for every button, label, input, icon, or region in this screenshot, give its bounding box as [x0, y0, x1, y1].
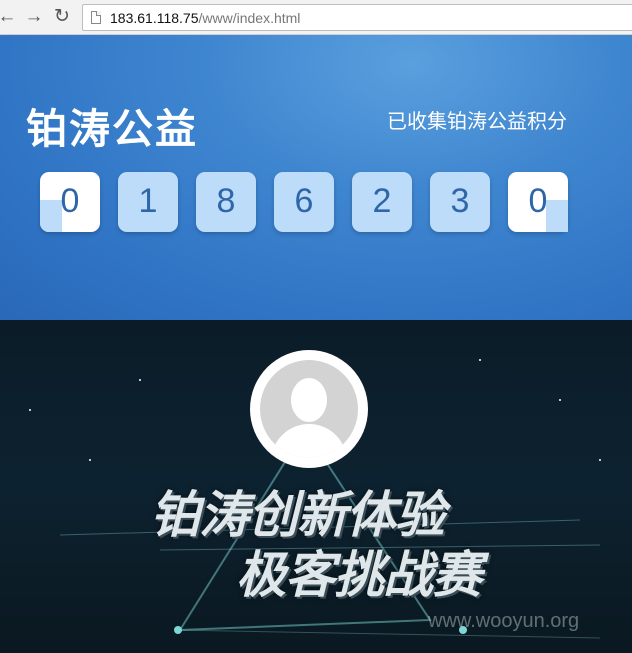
address-bar[interactable]: 183.61.118.75/www/index.html	[82, 4, 632, 31]
hero-section: 铂涛创新体验 极客挑战赛 www.wooyun.org	[0, 320, 632, 653]
url-text[interactable]: 183.61.118.75/www/index.html	[110, 10, 300, 26]
collected-points-label: 已收集铂涛公益积分	[387, 111, 567, 133]
hero-title-line2: 极客挑战赛	[236, 547, 482, 603]
watermark: www.wooyun.org	[428, 610, 580, 632]
points-banner: 铂涛公益 已收集铂涛公益积分 0 1 8 6 2 3 0	[0, 35, 632, 320]
counter-digit: 3	[430, 172, 490, 232]
counter-digit: 1	[118, 172, 178, 232]
back-icon[interactable]: ←	[0, 7, 17, 27]
forward-icon[interactable]: →	[24, 7, 44, 27]
page-icon	[91, 11, 101, 24]
counter-digit: 0	[508, 172, 568, 232]
person-icon	[260, 360, 358, 458]
points-counter: 0 1 8 6 2 3 0	[40, 172, 580, 232]
reload-icon[interactable]: ↻	[52, 7, 72, 27]
url-path: /www/index.html	[198, 10, 301, 26]
user-avatar[interactable]	[250, 350, 368, 468]
counter-digit: 6	[274, 172, 334, 232]
counter-digit: 8	[196, 172, 256, 232]
url-host: 183.61.118.75	[110, 10, 199, 26]
counter-digit: 0	[40, 172, 100, 232]
browser-toolbar: ← → ↻ 183.61.118.75/www/index.html	[0, 0, 632, 35]
brand-title: 铂涛公益	[26, 106, 198, 152]
counter-digit: 2	[352, 172, 412, 232]
